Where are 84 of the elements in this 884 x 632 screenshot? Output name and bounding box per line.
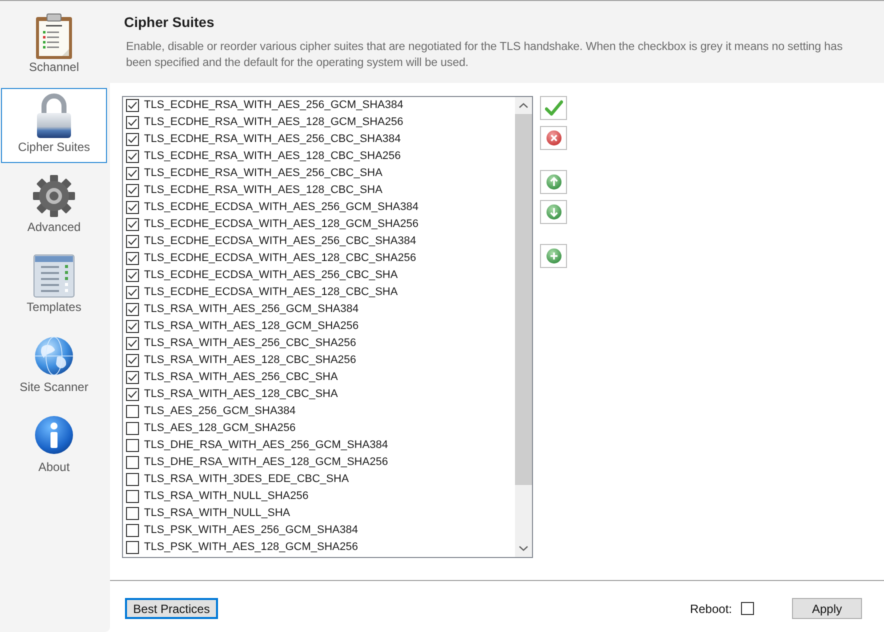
- gear-icon: [32, 174, 76, 218]
- cipher-suite-label: TLS_ECDHE_RSA_WITH_AES_256_CBC_SHA384: [144, 132, 401, 147]
- checkbox[interactable]: [126, 422, 139, 435]
- cipher-suite-label: TLS_RSA_WITH_AES_128_CBC_SHA: [144, 387, 338, 402]
- checkmark-button[interactable]: [540, 96, 567, 120]
- chevron-down-icon: [519, 546, 528, 551]
- checkbox[interactable]: [126, 405, 139, 418]
- cipher-suite-label: TLS_ECDHE_ECDSA_WITH_AES_128_GCM_SHA256: [144, 217, 419, 232]
- list-window-icon: [33, 254, 75, 298]
- cipher-suite-label: TLS_ECDHE_RSA_WITH_AES_128_CBC_SHA256: [144, 149, 401, 164]
- cipher-suite-label: TLS_DHE_RSA_WITH_AES_128_GCM_SHA256: [144, 455, 388, 470]
- checkbox[interactable]: [126, 303, 139, 316]
- checkbox[interactable]: [126, 507, 139, 520]
- checkbox[interactable]: [126, 99, 139, 112]
- cipher-suite-label: TLS_AES_128_GCM_SHA256: [144, 421, 296, 436]
- add-button[interactable]: [540, 244, 567, 268]
- cipher-suite-label: TLS_ECDHE_RSA_WITH_AES_256_CBC_SHA: [144, 166, 382, 181]
- checkbox[interactable]: [126, 490, 139, 503]
- move-down-button[interactable]: [540, 200, 567, 224]
- cipher-suite-label: TLS_ECDHE_ECDSA_WITH_AES_128_CBC_SHA: [144, 285, 398, 300]
- checkbox[interactable]: [126, 286, 139, 299]
- cipher-suite-label: TLS_RSA_WITH_AES_256_CBC_SHA: [144, 370, 338, 385]
- cipher-suite-label: TLS_RSA_WITH_3DES_EDE_CBC_SHA: [144, 472, 349, 487]
- checkbox[interactable]: [126, 235, 139, 248]
- checkbox[interactable]: [126, 371, 139, 384]
- cipher-suite-label: TLS_RSA_WITH_NULL_SHA256: [144, 489, 308, 504]
- checkbox[interactable]: [126, 269, 139, 282]
- checkmark-icon: [544, 100, 562, 116]
- best-practices-button[interactable]: Best Practices: [125, 598, 218, 619]
- cipher-suite-label: TLS_RSA_WITH_AES_256_CBC_SHA256: [144, 336, 356, 351]
- checkbox[interactable]: [126, 116, 139, 129]
- checkbox[interactable]: [126, 388, 139, 401]
- scrollbar-thumb[interactable]: [515, 114, 532, 485]
- reboot-label: Reboot:: [690, 602, 732, 616]
- move-up-button[interactable]: [540, 170, 567, 194]
- sidebar-item[interactable]: Schannel: [1, 8, 107, 83]
- sidebar-item[interactable]: Cipher Suites: [1, 88, 107, 163]
- x-circle-icon: [546, 130, 562, 146]
- cipher-suite-label: TLS_ECDHE_ECDSA_WITH_AES_128_CBC_SHA256: [144, 251, 416, 266]
- cipher-suite-label: TLS_ECDHE_RSA_WITH_AES_256_GCM_SHA384: [144, 98, 404, 113]
- section-title: Cipher Suites: [124, 13, 216, 31]
- checkbox[interactable]: [126, 354, 139, 367]
- checkbox[interactable]: [126, 133, 139, 146]
- info-icon: [34, 415, 74, 457]
- checkbox[interactable]: [126, 252, 139, 265]
- checkbox[interactable]: [741, 602, 754, 615]
- checkbox[interactable]: [126, 184, 139, 197]
- cipher-suite-label: TLS_PSK_WITH_AES_256_GCM_SHA384: [144, 523, 358, 538]
- cipher-suite-label: TLS_RSA_WITH_AES_128_CBC_SHA256: [144, 353, 356, 368]
- checkbox[interactable]: [126, 473, 139, 486]
- section-description: Enable, disable or reorder various cipher suites that are negotiated for the TLS handshake. When the checkbox is grey it means no setting has been specified and the default for the operating system will be used.: [126, 39, 844, 71]
- checkbox[interactable]: [126, 167, 139, 180]
- cipher-suite-label: TLS_ECDHE_RSA_WITH_AES_128_CBC_SHA: [144, 183, 382, 198]
- checkbox[interactable]: [126, 218, 139, 231]
- cipher-suite-label: TLS_RSA_WITH_AES_256_GCM_SHA384: [144, 302, 359, 317]
- globe-icon: [33, 335, 75, 377]
- sidebar-item[interactable]: About: [1, 408, 107, 483]
- cipher-suite-label: TLS_ECDHE_ECDSA_WITH_AES_256_CBC_SHA384: [144, 234, 416, 249]
- plus-icon: [546, 248, 562, 264]
- checkbox[interactable]: [126, 337, 139, 350]
- sidebar-item[interactable]: Site Scanner: [1, 328, 107, 403]
- cipher-suite-label: TLS_RSA_WITH_NULL_SHA: [144, 506, 290, 521]
- checkbox[interactable]: [126, 320, 139, 333]
- apply-button[interactable]: Apply: [792, 598, 862, 619]
- sidebar-item[interactable]: Templates: [1, 248, 107, 323]
- checkbox[interactable]: [126, 456, 139, 469]
- padlock-icon: [34, 93, 74, 139]
- sidebar-item[interactable]: Advanced: [1, 168, 107, 243]
- cipher-suite-label: TLS_ECDHE_ECDSA_WITH_AES_256_CBC_SHA: [144, 268, 398, 283]
- checkbox[interactable]: [126, 201, 139, 214]
- cipher-suite-label: TLS_ECDHE_RSA_WITH_AES_128_GCM_SHA256: [144, 115, 404, 130]
- cipher-suite-label: TLS_PSK_WITH_AES_128_GCM_SHA256: [144, 540, 358, 555]
- checkbox[interactable]: [126, 439, 139, 452]
- chevron-up-icon: [519, 103, 528, 108]
- cipher-suite-label: TLS_DHE_RSA_WITH_AES_256_GCM_SHA384: [144, 438, 388, 453]
- scrollbar[interactable]: [515, 97, 532, 557]
- clipboard-icon: [35, 13, 73, 59]
- checkbox[interactable]: [126, 541, 139, 554]
- remove-button[interactable]: [540, 126, 567, 150]
- checkbox[interactable]: [126, 524, 139, 537]
- cipher-suite-label: TLS_AES_256_GCM_SHA384: [144, 404, 296, 419]
- checkbox[interactable]: [126, 150, 139, 163]
- cipher-suite-label: TLS_ECDHE_ECDSA_WITH_AES_256_GCM_SHA384: [144, 200, 419, 215]
- cipher-suite-label: TLS_RSA_WITH_AES_128_GCM_SHA256: [144, 319, 359, 334]
